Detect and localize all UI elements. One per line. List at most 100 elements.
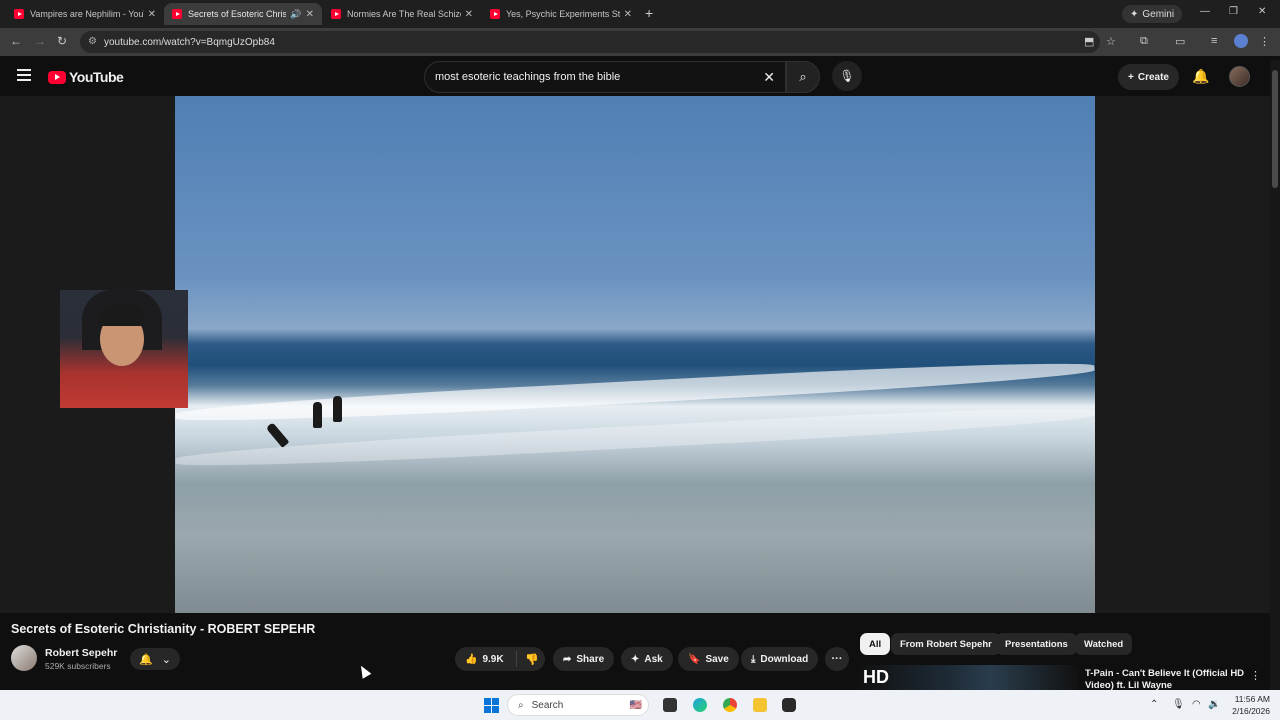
share-button[interactable]: ➦ Share (553, 647, 615, 671)
chevron-down-icon: ⌄ (161, 653, 171, 666)
recommendation-title[interactable]: T-Pain - Can't Believe It (Official HD V… (1085, 668, 1245, 690)
wifi-icon[interactable]: ◠ (1192, 699, 1201, 710)
youtube-favicon-icon (172, 9, 182, 19)
file-explorer-icon[interactable] (753, 698, 767, 712)
clock-date: 2/16/2026 (1232, 706, 1270, 716)
gemini-label: Gemini (1142, 8, 1175, 20)
ask-button[interactable]: ✦ Ask (621, 647, 673, 671)
search-button[interactable]: ⌕ (786, 61, 820, 93)
new-tab-icon[interactable]: + (645, 5, 653, 21)
video-frame-figure (333, 396, 342, 422)
site-info-icon[interactable]: ⚙ (88, 36, 97, 47)
tab-vampires[interactable]: Vampires are Nephilim - YouTube ✕ (6, 3, 164, 25)
channel-name[interactable]: Robert Sepehr (45, 647, 117, 659)
system-clock[interactable]: 11:56 AM 2/16/2026 (1226, 693, 1270, 717)
recommendation-thumbnail[interactable]: HD (860, 665, 1078, 690)
channel-avatar[interactable] (11, 645, 37, 671)
youtube-favicon-icon (331, 9, 341, 19)
tab-title: Secrets of Esoteric Christianity (188, 9, 287, 19)
save-button[interactable]: 🔖 Save (678, 647, 739, 671)
taskbar-search-box[interactable]: ⌕ Search 🇺🇸 (507, 694, 649, 716)
download-button[interactable]: ⤓ Download (741, 647, 819, 671)
tray-microphone-icon[interactable]: 🎙 (1172, 699, 1185, 710)
cast-icon[interactable]: ▭ (1175, 35, 1185, 48)
create-button[interactable]: + Create (1118, 64, 1179, 90)
more-actions-button[interactable]: ··· (825, 647, 849, 671)
bookmark-star-icon[interactable]: ☆ (1106, 35, 1116, 48)
youtube-wordmark: YouTube (69, 69, 124, 85)
microphone-icon: 🎙 (839, 69, 855, 83)
share-label: Share (576, 653, 605, 665)
hamburger-menu-icon[interactable] (17, 69, 31, 81)
media-controls-icon[interactable]: ≡ (1211, 35, 1217, 47)
search-input[interactable]: most esoteric teachings from the bible ✕ (424, 61, 786, 93)
gemini-sparkle-icon: ✦ (1130, 8, 1139, 20)
bell-icon: 🔔 (139, 653, 153, 666)
tray-overflow-chevron-icon[interactable]: ⌃ (1150, 699, 1158, 710)
browser-tab-strip: Vampires are Nephilim - YouTube ✕ Secret… (0, 0, 1280, 28)
youtube-favicon-icon (490, 9, 500, 19)
subscriber-count: 529K subscribers (45, 661, 111, 671)
youtube-logo[interactable]: YouTube (48, 69, 124, 85)
speaker-icon[interactable]: 🔊 (290, 9, 301, 20)
restore-icon[interactable]: ❐ (1229, 6, 1238, 17)
page-scrollbar-thumb[interactable] (1272, 70, 1278, 188)
task-view-icon[interactable] (663, 698, 677, 712)
chrome-browser-icon[interactable] (723, 698, 737, 712)
voice-search-button[interactable]: 🎙 (832, 61, 862, 91)
dislike-button[interactable]: 👎 (517, 653, 539, 666)
tab-secrets-esoteric[interactable]: Secrets of Esoteric Christianity 🔊 ✕ (164, 3, 322, 25)
taskbar-search-placeholder: Search (531, 699, 564, 711)
streamer-facecam-overlay (60, 290, 188, 408)
edge-browser-icon[interactable] (693, 698, 707, 712)
clear-search-icon[interactable]: ✕ (763, 69, 775, 86)
app-icon[interactable] (782, 698, 796, 712)
browser-menu-icon[interactable]: ⋮ (1259, 35, 1270, 48)
back-icon[interactable]: ← (10, 34, 22, 48)
reload-icon[interactable]: ↻ (57, 34, 67, 48)
chip-watched[interactable]: Watched (1075, 633, 1133, 655)
video-player[interactable] (175, 96, 1095, 613)
close-tab-icon[interactable]: ✕ (306, 9, 314, 20)
thumbs-down-icon: 👎 (525, 653, 539, 666)
user-avatar[interactable] (1229, 66, 1250, 87)
ask-label: Ask (644, 653, 663, 665)
install-app-icon[interactable]: ⬒ (1084, 35, 1094, 48)
like-button[interactable]: 👍 9.9K (455, 651, 517, 667)
address-toolbar: ← → ↻ ⚙ youtube.com/watch?v=BqmgUzOpb84 … (0, 28, 1280, 56)
video-title: Secrets of Esoteric Christianity - ROBER… (11, 622, 316, 636)
create-label: Create (1137, 71, 1169, 83)
volume-icon[interactable]: 🔉 (1208, 699, 1220, 710)
gemini-button[interactable]: ✦ Gemini (1122, 5, 1183, 23)
notifications-bell-icon[interactable]: 🔔 (1192, 68, 1209, 85)
close-tab-icon[interactable]: ✕ (624, 9, 632, 20)
like-dislike-group: 👍 9.9K 👎 (455, 647, 545, 671)
windows-taskbar: ⌕ Search 🇺🇸 ⌃ 🎙 ◠ 🔉 11:56 AM 2/16/2026 (0, 690, 1280, 720)
windows-start-icon[interactable] (484, 698, 499, 713)
chip-from-robert-sepehr[interactable]: From Robert Sepehr (891, 633, 1001, 655)
facecam-hair (98, 304, 146, 326)
close-tab-icon[interactable]: ✕ (148, 9, 156, 20)
chip-presentations[interactable]: Presentations (996, 633, 1077, 655)
extensions-icon[interactable]: ⧉ (1140, 35, 1148, 48)
recommendation-menu-icon[interactable]: ⋮ (1250, 669, 1261, 682)
tab-title: Yes, Psychic Experiments Still H (506, 9, 620, 19)
tab-psychic-experiments[interactable]: Yes, Psychic Experiments Still H ✕ (482, 3, 640, 25)
youtube-play-icon (48, 70, 66, 84)
url-text: youtube.com/watch?v=BqmgUzOpb84 (104, 36, 275, 48)
browser-profile-avatar[interactable] (1234, 34, 1248, 48)
plus-icon: + (1128, 71, 1134, 83)
chip-all[interactable]: All (860, 633, 891, 655)
forward-icon[interactable]: → (34, 34, 46, 48)
url-bar[interactable]: ⚙ youtube.com/watch?v=BqmgUzOpb84 (80, 31, 1100, 53)
close-window-icon[interactable]: ✕ (1258, 6, 1266, 17)
minimize-icon[interactable]: — (1200, 6, 1210, 17)
mouse-cursor-icon (356, 663, 372, 679)
video-frame-figure (265, 422, 290, 448)
subscription-notifications-button[interactable]: 🔔 ⌄ (130, 648, 180, 670)
like-count: 9.9K (482, 653, 504, 665)
close-tab-icon[interactable]: ✕ (465, 9, 473, 20)
tab-normies[interactable]: Normies Are The Real Schizos ✕ (323, 3, 481, 25)
video-frame-figure (313, 402, 322, 428)
flag-icon: 🇺🇸 (629, 699, 642, 711)
